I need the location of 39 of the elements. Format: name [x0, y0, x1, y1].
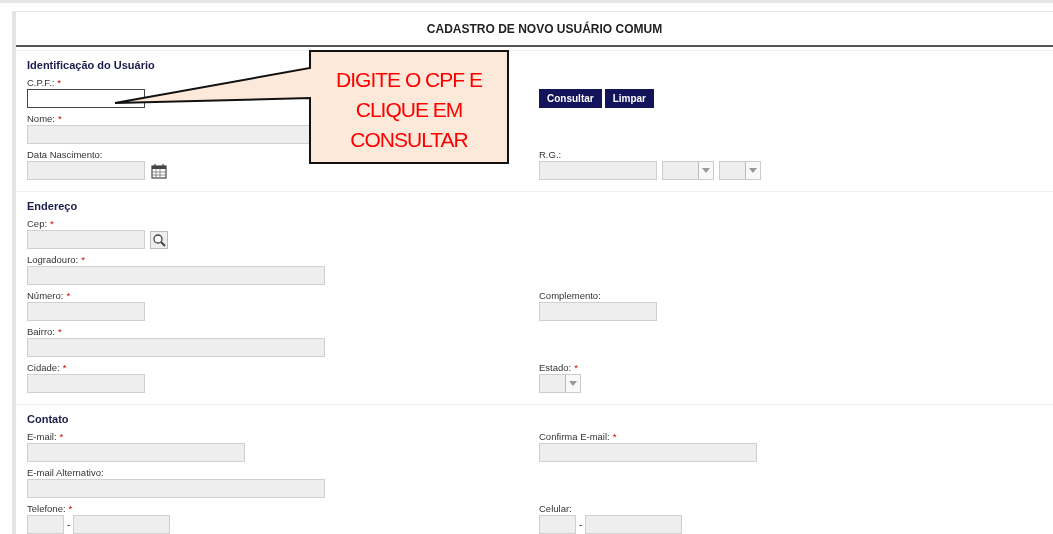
field-label: Cidade:	[27, 362, 60, 373]
calendar-icon[interactable]	[150, 161, 168, 180]
field-label: Confirma E-mail:	[539, 431, 610, 442]
required-mark: *	[57, 77, 61, 88]
field-label: Complemento:	[539, 290, 601, 301]
field-label: Telefone:	[27, 503, 66, 514]
callout-text: DIGITE O CPF E CLIQUE EM CONSULTAR	[335, 67, 483, 153]
section-title: Endereço	[27, 200, 79, 213]
field-label: Estado:	[539, 362, 572, 373]
section-title: Identificação do Usuário	[27, 59, 156, 72]
field-label: Número:	[27, 290, 64, 301]
action-button[interactable]: Limpar	[604, 89, 654, 108]
field-label: Data Nascimento:	[27, 149, 103, 160]
required-mark: *	[612, 431, 617, 442]
required-mark: *	[68, 503, 73, 514]
field-label: Cep:	[27, 218, 48, 229]
form-title: CADASTRO DE NOVO USUÁRIO COMUM	[426, 21, 663, 36]
required-mark: *	[58, 113, 62, 124]
field-label: R.G.:	[539, 149, 562, 160]
section-title: Contato	[27, 413, 70, 426]
field-label: Nome:	[27, 113, 55, 124]
field-label: Celular:	[539, 503, 572, 514]
action-button[interactable]: Consultar	[539, 89, 602, 108]
field-label: E-mail:	[27, 431, 57, 442]
separator-text: -	[579, 519, 583, 530]
field-label: E-mail Alternativo:	[27, 467, 104, 478]
input-field[interactable]	[27, 89, 145, 108]
field-label: Bairro:	[27, 326, 55, 337]
required-mark: *	[81, 254, 85, 265]
required-mark: *	[66, 290, 71, 301]
required-mark: *	[50, 218, 54, 229]
search-icon[interactable]	[150, 230, 168, 249]
field-label: Logradouro:	[27, 254, 79, 265]
required-mark: *	[58, 326, 62, 337]
required-mark: *	[574, 362, 578, 373]
field-label: C.P.F.:	[27, 77, 55, 88]
required-mark: *	[62, 362, 67, 373]
required-mark: *	[59, 431, 64, 442]
separator-text: -	[67, 519, 71, 530]
